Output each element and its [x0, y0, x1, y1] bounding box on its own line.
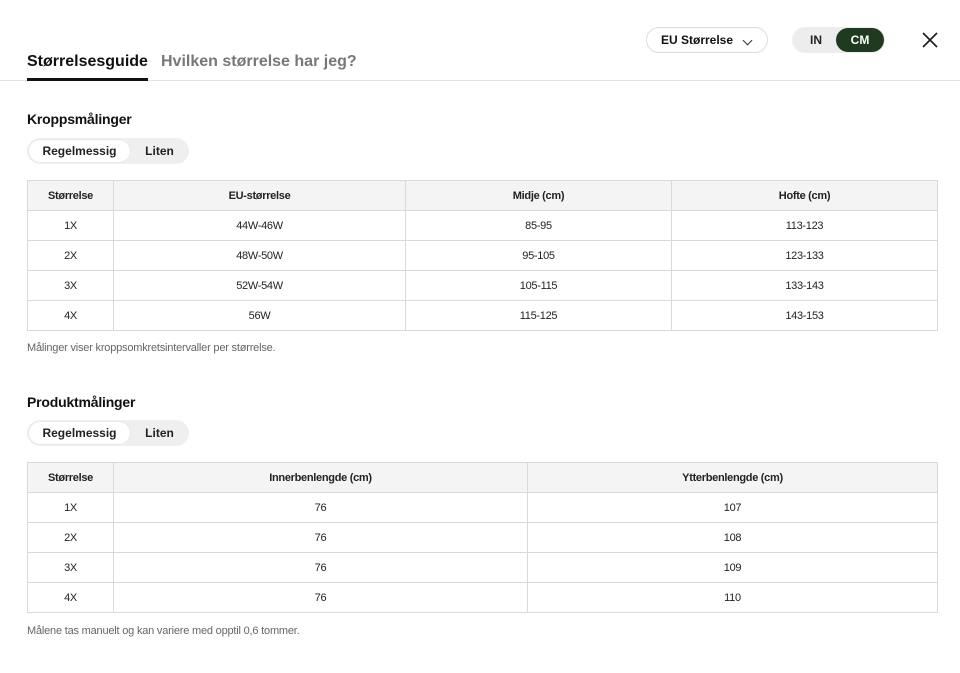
waist-cell: 115-125 [405, 300, 672, 331]
outseam-cell: 108 [527, 522, 938, 553]
product-measurements-table: Størrelse Innerbenlengde (cm) Ytterbenle… [27, 462, 938, 613]
hip-cell: 133-143 [671, 270, 938, 301]
unit-cm-button[interactable]: CM [836, 28, 884, 52]
body-measurements-table: Størrelse EU-størrelse Midje (cm) Hofte … [27, 180, 938, 331]
body-fit-toggle: Regelmessig Liten [27, 138, 189, 164]
tab-size-guide[interactable]: Størrelsesguide [27, 52, 148, 81]
column-header: Innerbenlengde (cm) [113, 462, 528, 493]
unit-toggle: IN CM [792, 27, 885, 53]
tab-which-size[interactable]: Hvilken størrelse har jeg? [161, 52, 357, 72]
body-fit-regular-button[interactable]: Regelmessig [29, 140, 130, 162]
size-cell: 2X [27, 240, 114, 271]
waist-cell: 95-105 [405, 240, 672, 271]
size-cell: 3X [27, 552, 114, 583]
product-measurements-note: Målene tas manuelt og kan variere med op… [27, 625, 300, 637]
outseam-cell: 107 [527, 492, 938, 523]
table-row: 1X 44W-46W 85-95 113-123 [27, 210, 938, 241]
inseam-cell: 76 [113, 552, 528, 583]
unit-in-button[interactable]: IN [796, 28, 836, 52]
eu-size-cell: 44W-46W [113, 210, 406, 241]
hip-cell: 123-133 [671, 240, 938, 271]
column-header: Størrelse [27, 462, 114, 493]
product-measurements-title: Produktmålinger [27, 394, 136, 410]
eu-size-cell: 56W [113, 300, 406, 331]
product-fit-regular-button[interactable]: Regelmessig [29, 422, 130, 444]
column-header: EU-størrelse [113, 180, 406, 211]
chevron-down-icon [742, 35, 753, 46]
column-header: Størrelse [27, 180, 114, 211]
table-row: 4X 56W 115-125 143-153 [27, 300, 938, 331]
modal-header: Størrelsesguide Hvilken størrelse har je… [0, 0, 960, 81]
waist-cell: 85-95 [405, 210, 672, 241]
table-header-row: Størrelse EU-størrelse Midje (cm) Hofte … [27, 180, 938, 211]
size-system-select[interactable]: EU Størrelse [646, 27, 768, 53]
waist-cell: 105-115 [405, 270, 672, 301]
close-icon[interactable] [918, 28, 942, 52]
outseam-cell: 110 [527, 582, 938, 613]
size-cell: 4X [27, 300, 114, 331]
outseam-cell: 109 [527, 552, 938, 583]
product-fit-toggle: Regelmessig Liten [27, 420, 189, 446]
size-cell: 2X [27, 522, 114, 553]
column-header: Midje (cm) [405, 180, 672, 211]
size-system-value: EU Størrelse [661, 33, 734, 47]
table-row: 4X 76 110 [27, 582, 938, 613]
size-cell: 1X [27, 492, 114, 523]
body-measurements-title: Kroppsmålinger [27, 111, 132, 127]
table-row: 2X 48W-50W 95-105 123-133 [27, 240, 938, 271]
size-cell: 3X [27, 270, 114, 301]
inseam-cell: 76 [113, 492, 528, 523]
size-cell: 1X [27, 210, 114, 241]
column-header: Ytterbenlengde (cm) [527, 462, 938, 493]
body-fit-small-button[interactable]: Liten [132, 140, 187, 162]
eu-size-cell: 48W-50W [113, 240, 406, 271]
table-row: 3X 52W-54W 105-115 133-143 [27, 270, 938, 301]
table-header-row: Størrelse Innerbenlengde (cm) Ytterbenle… [27, 462, 938, 493]
body-measurements-note: Målinger viser kroppsomkretsintervaller … [27, 342, 276, 354]
table-row: 3X 76 109 [27, 552, 938, 583]
eu-size-cell: 52W-54W [113, 270, 406, 301]
inseam-cell: 76 [113, 522, 528, 553]
hip-cell: 143-153 [671, 300, 938, 331]
table-row: 1X 76 107 [27, 492, 938, 523]
hip-cell: 113-123 [671, 210, 938, 241]
size-cell: 4X [27, 582, 114, 613]
table-row: 2X 76 108 [27, 522, 938, 553]
column-header: Hofte (cm) [671, 180, 938, 211]
product-fit-small-button[interactable]: Liten [132, 422, 187, 444]
inseam-cell: 76 [113, 582, 528, 613]
